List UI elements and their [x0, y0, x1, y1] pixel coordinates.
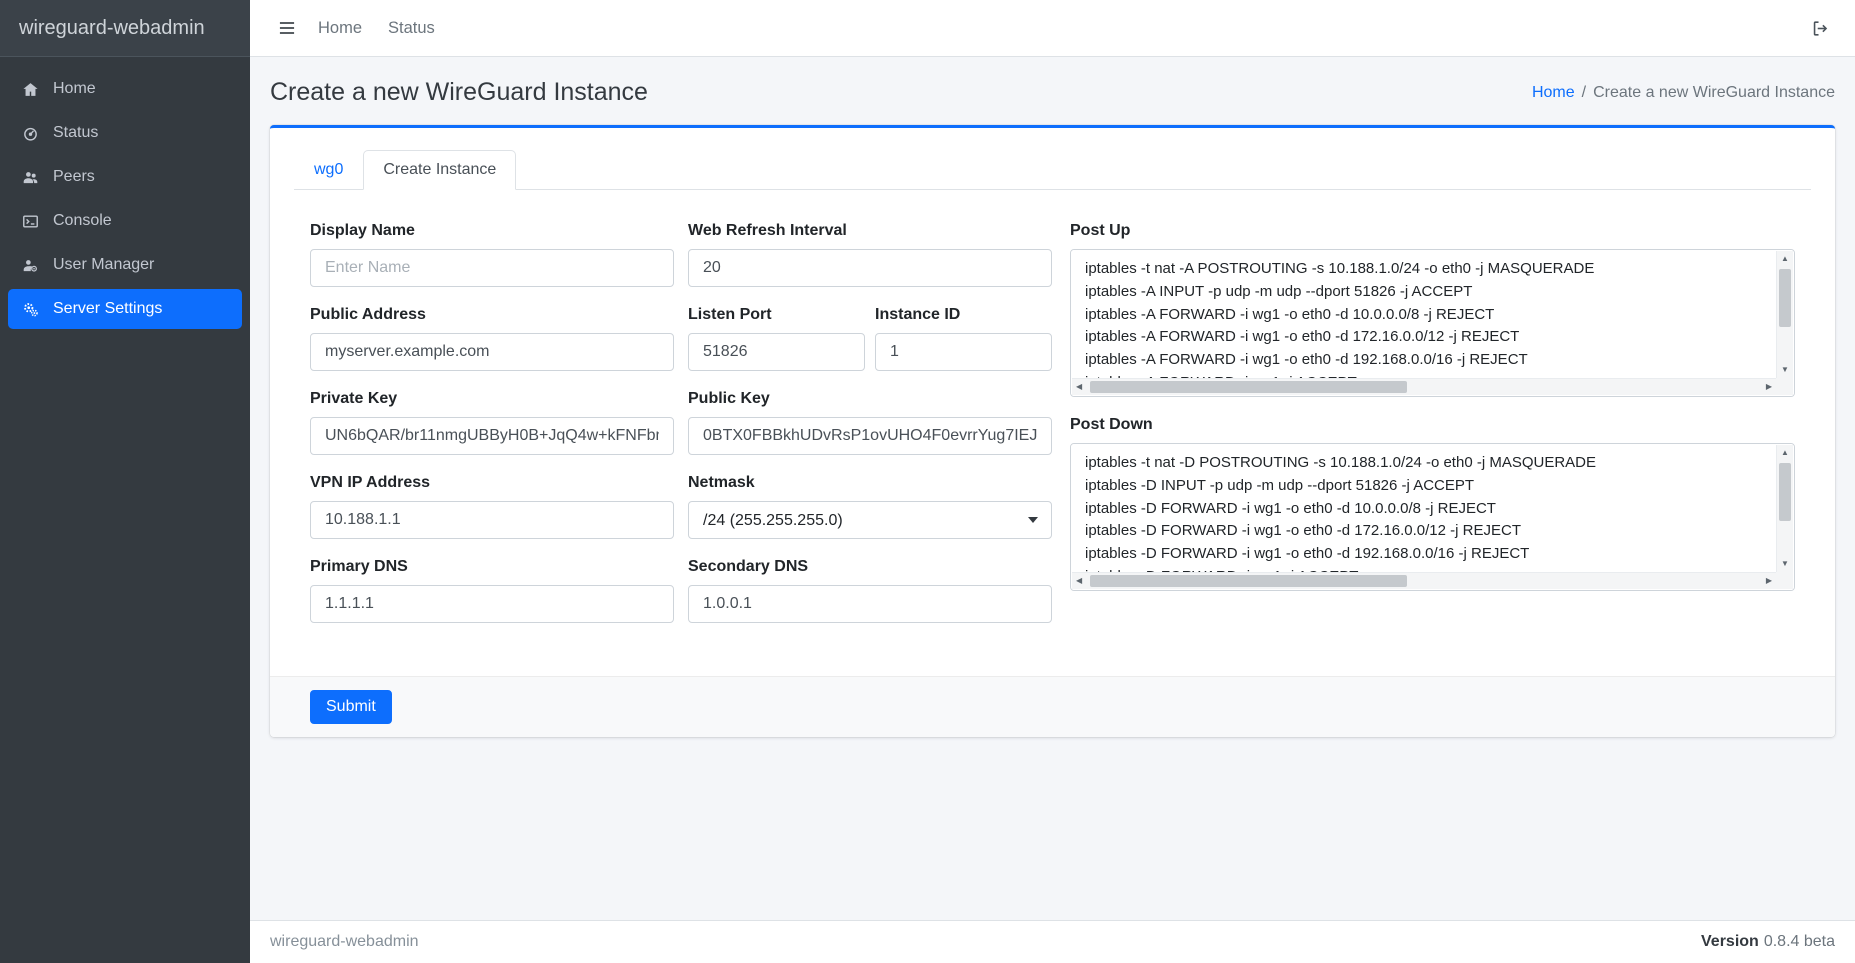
scroll-down-icon[interactable]: ▼ — [1781, 556, 1789, 572]
secondary-dns-label: Secondary DNS — [688, 558, 1052, 576]
web-refresh-interval-label: Web Refresh Interval — [688, 222, 1052, 240]
sidebar-item-console[interactable]: Console — [8, 201, 242, 241]
sidebar-nav: Home Status Peers Console — [0, 57, 250, 345]
gears-icon — [19, 301, 41, 318]
public-key-label: Public Key — [688, 390, 1052, 408]
scroll-left-icon[interactable]: ◀ — [1072, 577, 1086, 585]
horizontal-scrollbar[interactable]: ◀ ▶ — [1072, 378, 1776, 395]
home-icon — [19, 81, 41, 98]
scrollbar-thumb[interactable] — [1779, 269, 1791, 327]
public-address-label: Public Address — [310, 306, 674, 324]
scroll-right-icon[interactable]: ▶ — [1762, 577, 1776, 585]
secondary-dns-input[interactable] — [688, 585, 1052, 623]
listen-port-label: Listen Port — [688, 306, 865, 324]
instance-id-input[interactable] — [875, 333, 1052, 371]
sidebar-item-label: Console — [53, 212, 112, 230]
terminal-icon — [19, 213, 41, 230]
footer-version: Version 0.8.4 beta — [1701, 933, 1835, 951]
top-navbar: Home Status — [250, 0, 1855, 57]
display-name-input[interactable] — [310, 249, 674, 287]
listen-port-input[interactable] — [688, 333, 865, 371]
scrollbar-corner — [1776, 378, 1793, 395]
main-area: Home Status Create a new WireGuard Insta… — [250, 0, 1855, 963]
primary-dns-input[interactable] — [310, 585, 674, 623]
breadcrumb-home-link[interactable]: Home — [1532, 84, 1575, 102]
sidebar-item-server-settings[interactable]: Server Settings — [8, 289, 242, 329]
sidebar-item-label: User Manager — [53, 256, 154, 274]
sidebar-item-status[interactable]: Status — [8, 113, 242, 153]
menu-toggle-button[interactable] — [269, 12, 305, 44]
scrollbar-corner — [1776, 572, 1793, 589]
tab-create-instance[interactable]: Create Instance — [363, 150, 516, 190]
gauge-icon — [19, 125, 41, 142]
scroll-down-icon[interactable]: ▼ — [1781, 362, 1789, 378]
vertical-scrollbar[interactable]: ▲ ▼ — [1776, 445, 1793, 572]
submit-button[interactable]: Submit — [310, 690, 392, 724]
card-body: wg0 Create Instance Display Name Public … — [270, 128, 1835, 676]
web-refresh-interval-input[interactable] — [688, 249, 1052, 287]
sidebar: wireguard-webadmin Home Status Peers — [0, 0, 250, 963]
public-address-input[interactable] — [310, 333, 674, 371]
primary-dns-label: Primary DNS — [310, 558, 674, 576]
app-root: wireguard-webadmin Home Status Peers — [0, 0, 1855, 963]
scrollbar-thumb[interactable] — [1090, 575, 1407, 587]
scroll-up-icon[interactable]: ▲ — [1781, 251, 1789, 267]
tab-wg0[interactable]: wg0 — [294, 150, 363, 190]
private-key-label: Private Key — [310, 390, 674, 408]
instance-card: wg0 Create Instance Display Name Public … — [270, 125, 1835, 737]
scroll-left-icon[interactable]: ◀ — [1072, 383, 1086, 391]
private-key-input[interactable] — [310, 417, 674, 455]
logout-button[interactable] — [1805, 13, 1836, 44]
form-column-3: Post Up iptables -t nat -A POSTROUTING -… — [1070, 222, 1795, 642]
sidebar-item-label: Server Settings — [53, 300, 162, 318]
topnav-link-home[interactable]: Home — [305, 13, 375, 44]
instance-id-label: Instance ID — [875, 306, 1052, 324]
footer-app-name: wireguard-webadmin — [270, 933, 419, 951]
post-up-textarea[interactable]: iptables -t nat -A POSTROUTING -s 10.188… — [1071, 250, 1794, 396]
breadcrumb-current: Create a new WireGuard Instance — [1593, 84, 1835, 102]
content-header: Create a new WireGuard Instance Home / C… — [270, 57, 1835, 125]
horizontal-scrollbar[interactable]: ◀ ▶ — [1072, 572, 1776, 589]
breadcrumb: Home / Create a new WireGuard Instance — [1532, 84, 1835, 102]
form-column-2: Web Refresh Interval Listen Port Instanc… — [688, 222, 1052, 642]
instance-form: Display Name Public Address Private Key — [294, 190, 1811, 642]
vpn-ip-label: VPN IP Address — [310, 474, 674, 492]
page-footer: wireguard-webadmin Version 0.8.4 beta — [250, 920, 1855, 963]
breadcrumb-separator: / — [1582, 84, 1586, 102]
sidebar-item-peers[interactable]: Peers — [8, 157, 242, 197]
post-down-label: Post Down — [1070, 416, 1795, 434]
sidebar-item-label: Status — [53, 124, 98, 142]
post-down-textarea-wrap: iptables -t nat -D POSTROUTING -s 10.188… — [1070, 443, 1795, 591]
sidebar-item-home[interactable]: Home — [8, 69, 242, 109]
brand-label: wireguard-webadmin — [19, 17, 205, 40]
public-key-input[interactable] — [688, 417, 1052, 455]
topnav-link-status[interactable]: Status — [375, 13, 448, 44]
page-title: Create a new WireGuard Instance — [270, 78, 648, 107]
form-column-1: Display Name Public Address Private Key — [310, 222, 674, 642]
sidebar-item-label: Peers — [53, 168, 95, 186]
post-up-textarea-wrap: iptables -t nat -A POSTROUTING -s 10.188… — [1070, 249, 1795, 397]
display-name-label: Display Name — [310, 222, 674, 240]
sidebar-item-label: Home — [53, 80, 96, 98]
footer-version-label: Version — [1701, 933, 1759, 950]
netmask-label: Netmask — [688, 474, 1052, 492]
scrollbar-thumb[interactable] — [1779, 463, 1791, 521]
users-icon — [19, 169, 41, 186]
scroll-right-icon[interactable]: ▶ — [1762, 383, 1776, 391]
vpn-ip-input[interactable] — [310, 501, 674, 539]
user-manager-icon — [19, 257, 41, 274]
vertical-scrollbar[interactable]: ▲ ▼ — [1776, 251, 1793, 378]
post-up-label: Post Up — [1070, 222, 1795, 240]
netmask-select[interactable]: /24 (255.255.255.0) — [688, 501, 1052, 539]
card-footer: Submit — [270, 676, 1835, 737]
sidebar-item-user-manager[interactable]: User Manager — [8, 245, 242, 285]
instance-tabs: wg0 Create Instance — [294, 150, 1811, 190]
footer-version-value: 0.8.4 beta — [1764, 933, 1835, 950]
post-down-textarea[interactable]: iptables -t nat -D POSTROUTING -s 10.188… — [1071, 444, 1794, 590]
scrollbar-thumb[interactable] — [1090, 381, 1407, 393]
scroll-up-icon[interactable]: ▲ — [1781, 445, 1789, 461]
content-area: Create a new WireGuard Instance Home / C… — [250, 57, 1855, 920]
netmask-select-wrap: /24 (255.255.255.0) — [688, 501, 1052, 539]
brand-link[interactable]: wireguard-webadmin — [0, 0, 250, 57]
